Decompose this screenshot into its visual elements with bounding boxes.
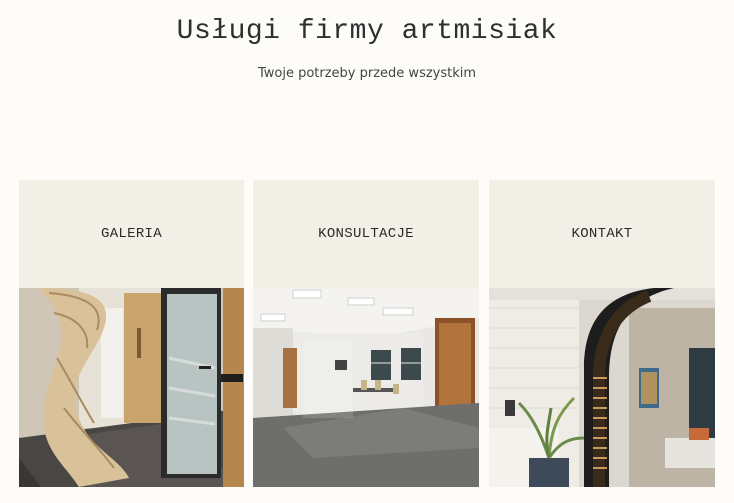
card-header[interactable]: KONTAKT [489, 180, 715, 288]
card-label-galeria[interactable]: GALERIA [101, 226, 162, 242]
card-konsultacje[interactable]: KONSULTACJE [253, 180, 479, 487]
card-image-galeria[interactable] [19, 288, 244, 487]
page-subtitle: Twoje potrzeby przede wszystkim [257, 66, 477, 81]
card-label-kontakt[interactable]: KONTAKT [572, 226, 633, 242]
office-photo [253, 288, 479, 487]
page-title: Usługi firmy artmisiak [176, 16, 558, 47]
card-image-konsultacje[interactable] [253, 288, 479, 487]
gallery-photo [19, 288, 244, 487]
showroom-photo [489, 288, 715, 487]
card-kontakt[interactable]: KONTAKT [489, 180, 715, 487]
card-header[interactable]: GALERIA [19, 180, 244, 288]
card-label-konsultacje[interactable]: KONSULTACJE [318, 226, 414, 242]
card-image-kontakt[interactable] [489, 288, 715, 487]
card-header[interactable]: KONSULTACJE [253, 180, 479, 288]
card-galeria[interactable]: GALERIA [19, 180, 244, 487]
